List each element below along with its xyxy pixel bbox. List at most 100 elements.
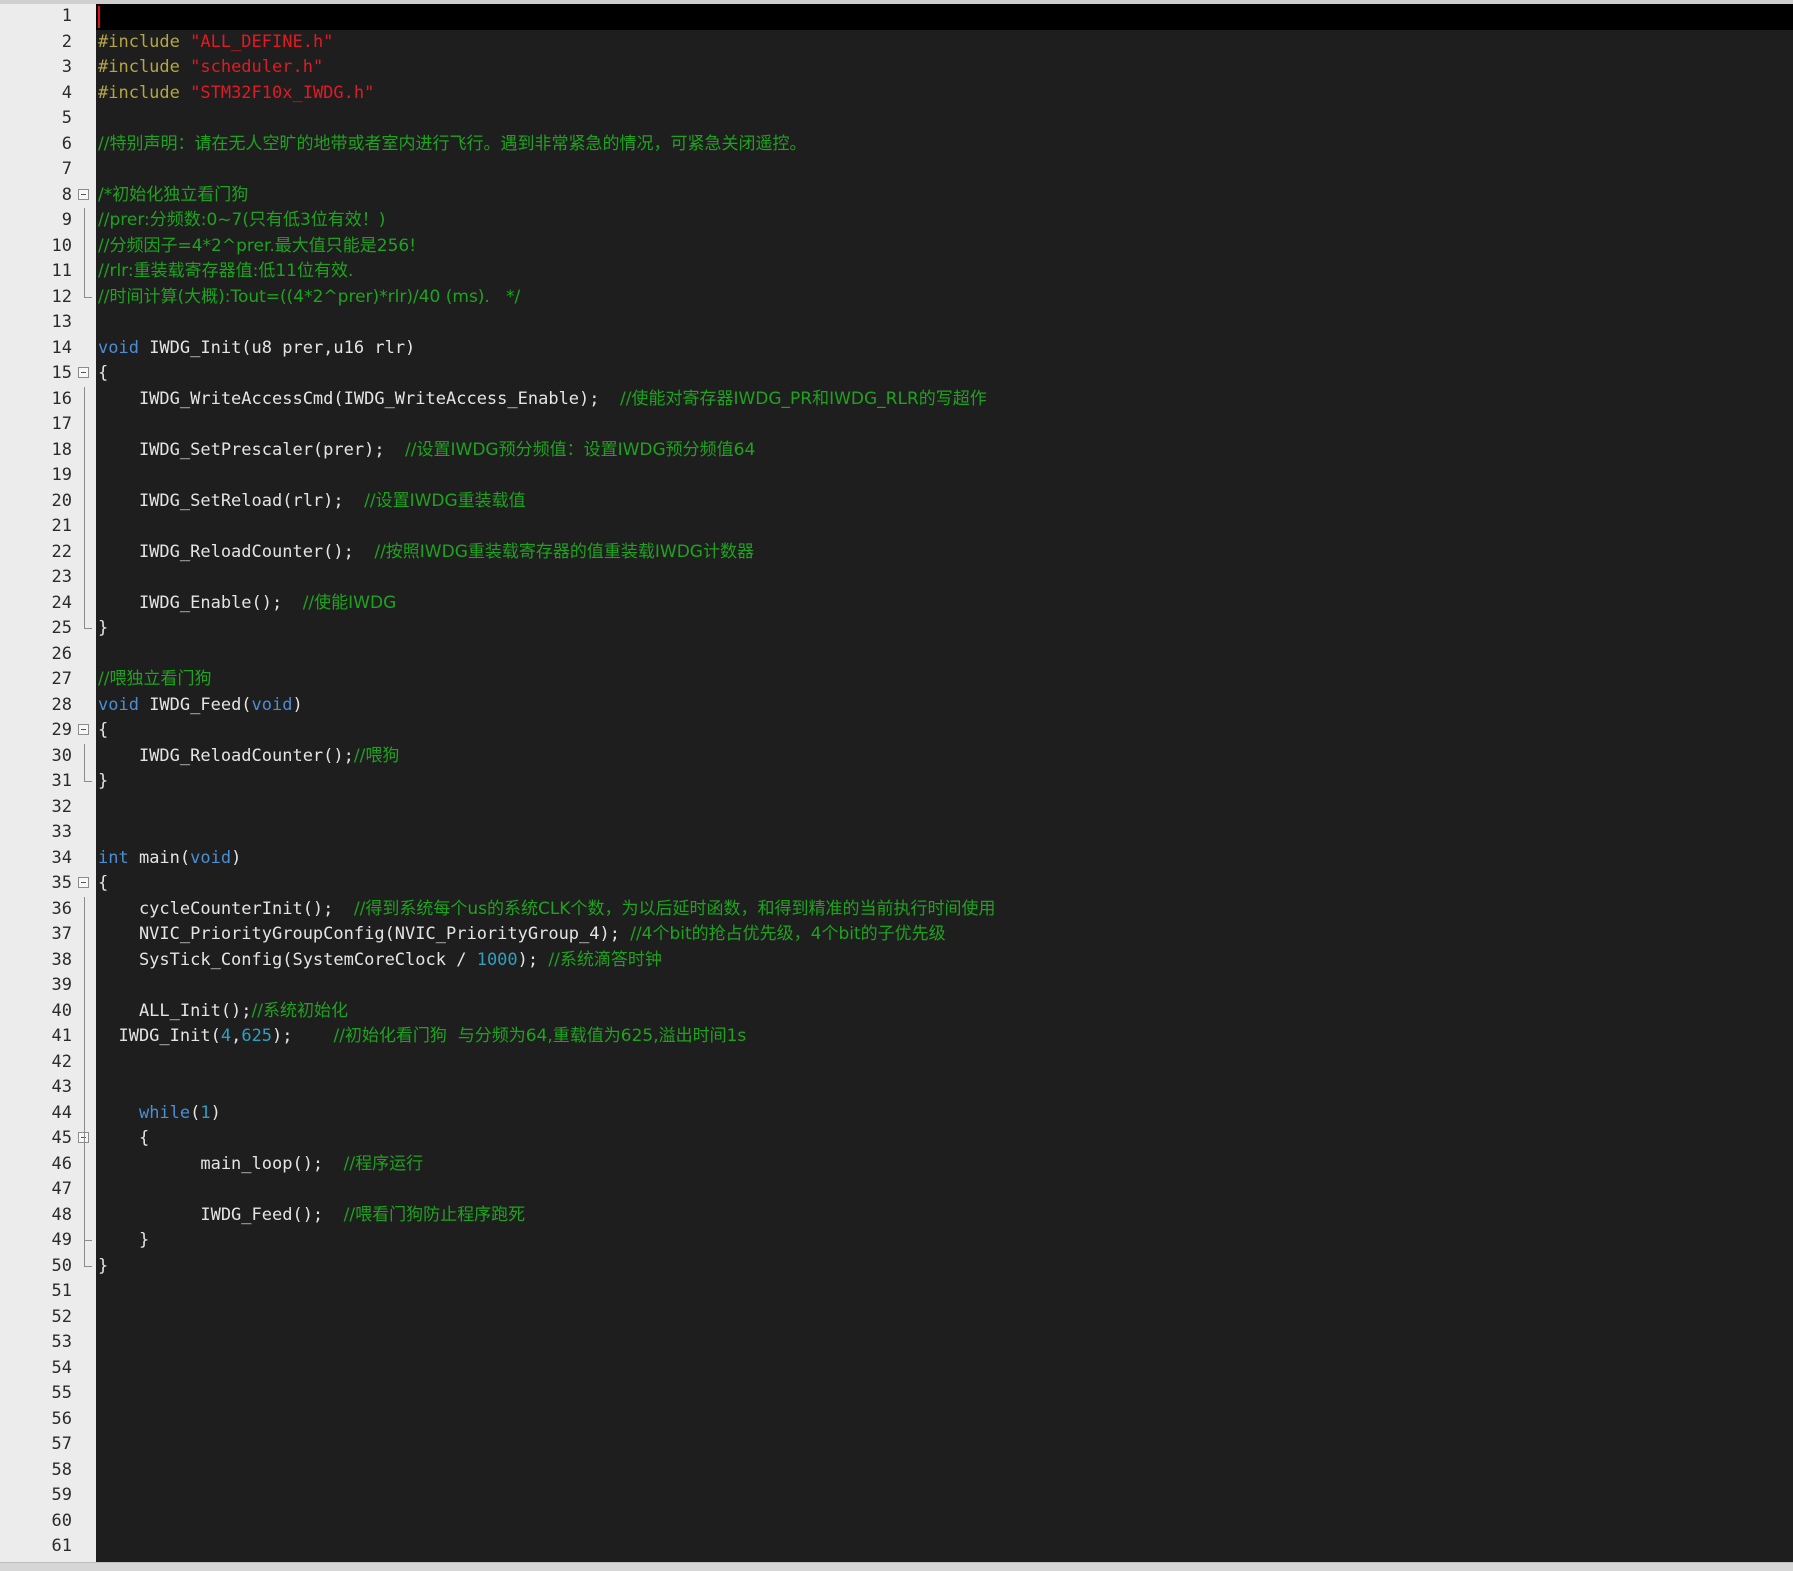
line-number: 19 xyxy=(51,465,72,485)
code-line[interactable] xyxy=(98,1050,995,1076)
line-number: 49 xyxy=(51,1230,72,1250)
code-line[interactable] xyxy=(98,1356,995,1382)
gutter-line: 58 xyxy=(0,1458,96,1484)
gutter-line: 39 xyxy=(0,973,96,999)
code-line[interactable]: //特别声明：请在无人空旷的地带或者室内进行飞行。遇到非常紧急的情况，可紧急关闭… xyxy=(98,132,995,158)
code-line[interactable] xyxy=(98,1483,995,1509)
code-line[interactable] xyxy=(98,412,995,438)
code-line[interactable]: while(1) xyxy=(98,1101,995,1127)
gutter-line: 19 xyxy=(0,463,96,489)
gutter-line: 10 xyxy=(0,233,96,259)
code-text-area[interactable]: #include "ALL_DEFINE.h" #include "schedul… xyxy=(96,4,1793,1562)
code-token: void xyxy=(251,694,293,715)
code-line[interactable] xyxy=(98,1305,995,1331)
code-line[interactable] xyxy=(98,642,995,668)
line-number: 35 xyxy=(51,873,72,893)
code-line[interactable]: IWDG_ReloadCounter(); //按照IWDG重装载寄存器的值重装… xyxy=(98,540,995,566)
code-line[interactable]: IWDG_Feed(); //喂看门狗防止程序跑死 xyxy=(98,1203,995,1229)
code-token: IWDG_Feed(); xyxy=(98,1204,344,1225)
gutter-line: 35 xyxy=(0,871,96,897)
code-line[interactable] xyxy=(98,1458,995,1484)
code-token: 4 xyxy=(220,1026,232,1046)
code-line[interactable]: IWDG_Enable(); //使能IWDG xyxy=(98,591,995,617)
code-line[interactable]: } xyxy=(98,616,995,642)
code-line[interactable]: #include "scheduler.h" xyxy=(98,55,995,81)
line-number: 27 xyxy=(51,669,72,689)
code-line[interactable]: ALL_Init();//系统初始化 xyxy=(98,999,995,1025)
code-line[interactable] xyxy=(98,1075,995,1101)
code-editor[interactable]: 1 2 3 4 5 6 7 8 9 10 11 12 13 14 15 16 17 18 19 20 21 22 23 24 2… xyxy=(0,0,1793,1571)
code-line[interactable]: { xyxy=(98,718,995,744)
code-line[interactable] xyxy=(98,1432,995,1458)
code-line[interactable]: //rlr:重装载寄存器值:低11位有效. xyxy=(98,259,995,285)
gutter-line: 38 xyxy=(0,947,96,973)
line-number: 3 xyxy=(61,57,72,77)
fold-toggle-icon[interactable] xyxy=(78,367,89,378)
code-line[interactable]: //时间计算(大概):Tout=((4*2^prer)*rlr)/40 (ms)… xyxy=(98,285,995,311)
code-line[interactable]: SysTick_Config(SystemCoreClock / 1000); … xyxy=(98,948,995,974)
code-line[interactable]: //分频因子=4*2^prer.最大值只能是256! xyxy=(98,234,995,260)
fold-toggle-icon[interactable] xyxy=(78,188,89,200)
code-line[interactable]: NVIC_PriorityGroupConfig(NVIC_PriorityGr… xyxy=(98,922,995,948)
code-line[interactable]: IWDG_SetReload(rlr); //设置IWDG重装载值 xyxy=(98,489,995,515)
code-line[interactable]: IWDG_ReloadCounter();//喂狗 xyxy=(98,744,995,770)
line-number: 59 xyxy=(51,1485,72,1505)
code-line[interactable] xyxy=(98,1381,995,1407)
gutter-line: 15 xyxy=(0,361,96,387)
code-line[interactable]: { xyxy=(98,1126,995,1152)
code-line[interactable]: cycleCounterInit(); //得到系统每个us的系统CLK个数，为… xyxy=(98,897,996,923)
code-token: //系统滴答时钟 xyxy=(548,949,662,970)
code-line[interactable]: { xyxy=(98,361,995,387)
code-line[interactable] xyxy=(98,1534,995,1560)
code-line[interactable]: #include "ALL_DEFINE.h" xyxy=(98,30,995,56)
gutter-line: 46 xyxy=(0,1151,96,1177)
line-number: 43 xyxy=(51,1077,72,1097)
code-line[interactable] xyxy=(98,795,995,821)
fold-guide-line xyxy=(84,1024,85,1050)
code-line[interactable]: } xyxy=(98,1254,995,1280)
code-line[interactable]: } xyxy=(98,1228,995,1254)
gutter-line: 29 xyxy=(0,718,96,744)
code-line[interactable]: IWDG_WriteAccessCmd(IWDG_WriteAccess_Ena… xyxy=(98,387,995,413)
line-number: 56 xyxy=(51,1408,72,1429)
code-line[interactable]: /*初始化独立看门狗 xyxy=(98,183,995,209)
code-line[interactable] xyxy=(98,1279,995,1305)
code-line[interactable] xyxy=(98,1509,995,1535)
code-line[interactable]: void IWDG_Feed(void) xyxy=(98,693,995,719)
code-line[interactable]: //喂独立看门狗 xyxy=(98,667,995,693)
code-line[interactable]: { xyxy=(98,871,995,897)
code-line[interactable]: } xyxy=(98,769,995,795)
code-line[interactable] xyxy=(98,820,995,846)
code-token: IWDG_ReloadCounter(); xyxy=(98,541,375,562)
code-line[interactable] xyxy=(98,310,995,336)
code-token: IWDG_Enable(); xyxy=(98,592,303,613)
code-line[interactable]: IWDG_SetPrescaler(prer); //设置IWDG预分频值：设置… xyxy=(98,438,995,464)
code-line[interactable] xyxy=(98,106,995,132)
code-line[interactable] xyxy=(98,973,995,999)
gutter-line: 7 xyxy=(0,157,96,183)
code-line[interactable]: #include "STM32F10x_IWDG.h" xyxy=(98,81,995,107)
fold-guide-line xyxy=(84,998,85,1024)
code-line[interactable]: main_loop(); //程序运行 xyxy=(98,1152,995,1178)
line-number: 31 xyxy=(51,771,72,791)
gutter-line: 27 xyxy=(0,667,96,693)
line-number: 53 xyxy=(51,1332,72,1352)
code-line[interactable] xyxy=(98,463,995,489)
gutter-line: 6 xyxy=(0,132,96,158)
fold-toggle-icon[interactable] xyxy=(78,724,89,735)
code-line[interactable] xyxy=(98,1177,995,1203)
code-line[interactable]: void IWDG_Init(u8 prer,u16 rlr) xyxy=(98,336,995,362)
code-token: ALL_Init(); xyxy=(98,1000,252,1021)
code-token: cycleCounterInit(); xyxy=(98,898,354,919)
code-line[interactable] xyxy=(98,565,995,591)
code-line[interactable] xyxy=(98,4,995,30)
code-line[interactable] xyxy=(98,514,995,540)
code-line[interactable]: IWDG_Init(4,625); //初始化看门狗 与分频为64,重载值为62… xyxy=(98,1024,995,1050)
code-line[interactable]: int main(void) xyxy=(98,846,995,872)
code-line[interactable] xyxy=(98,157,995,183)
code-line[interactable] xyxy=(98,1407,995,1433)
fold-toggle-icon[interactable] xyxy=(78,877,89,888)
code-line[interactable] xyxy=(98,1330,995,1356)
gutter-line: 24 xyxy=(0,590,96,616)
code-line[interactable]: //prer:分频数:0~7(只有低3位有效！) xyxy=(98,208,995,234)
